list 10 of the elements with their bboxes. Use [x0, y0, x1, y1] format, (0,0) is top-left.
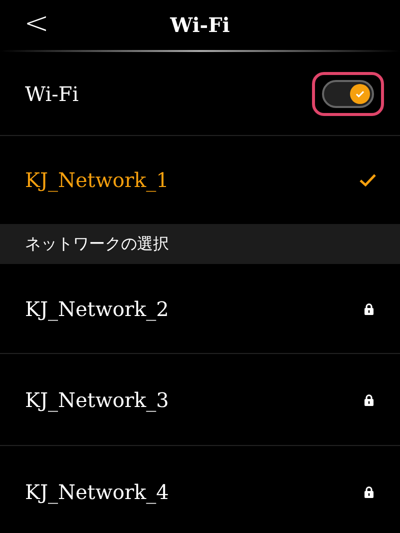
- page-title: Wi-Fi: [170, 15, 230, 35]
- wifi-label: Wi-Fi: [25, 80, 79, 108]
- network-name[interactable]: KJ_Network_2: [25, 294, 169, 324]
- check-icon: [355, 88, 365, 98]
- section-header: ネットワークの選択: [0, 224, 400, 264]
- network-name[interactable]: KJ_Network_1: [25, 165, 169, 195]
- back-button[interactable]: <: [20, 6, 54, 42]
- wifi-toggle[interactable]: [322, 80, 374, 108]
- network-name[interactable]: KJ_Network_3: [25, 384, 169, 414]
- network-name[interactable]: KJ_Network_4: [25, 477, 169, 507]
